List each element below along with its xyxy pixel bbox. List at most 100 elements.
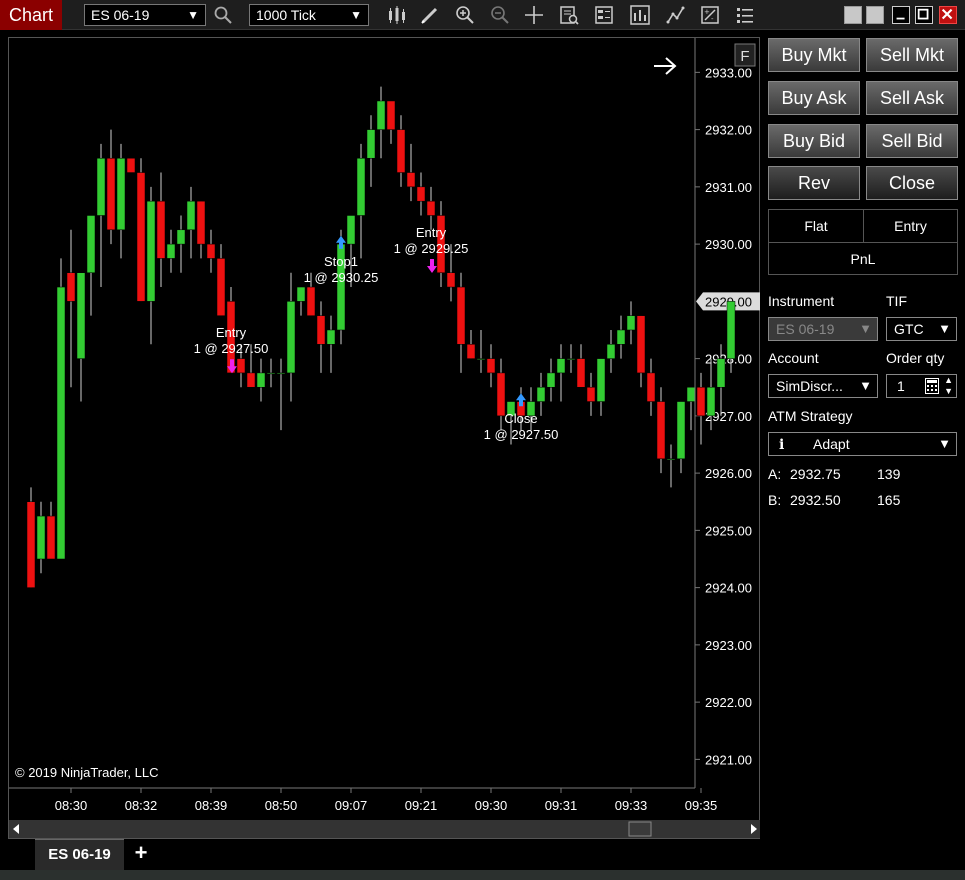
pnl-label: PnL [850,251,876,267]
chevron-down-icon: ▼ [187,8,199,22]
candlestick [466,329,476,359]
y-tick-label: 2932.00 [705,123,752,138]
buy-market-button[interactable]: Buy Mkt [768,38,860,72]
templates-icon[interactable]: + - [700,5,720,25]
candlestick [106,129,116,245]
candlestick [416,172,426,216]
price-chart[interactable]: 2933.002932.002931.002930.002928.002927.… [9,38,761,840]
info-icon[interactable]: i [779,437,784,453]
svg-text:+: + [704,8,710,16]
candlestick [626,301,636,345]
horizontal-scrollbar[interactable] [9,820,761,838]
chart-panel[interactable]: 2933.00 2932.00 2931.00 2930.00 2928.00 2927.… [8,37,761,840]
maximize-button[interactable] [915,6,933,24]
status-strip [0,870,965,880]
tif-select[interactable]: GTC ▼ [886,317,957,341]
properties-icon[interactable] [594,5,614,25]
buy-ask-button[interactable]: Buy Ask [768,81,860,115]
trade-sublabel: 1 @ 2930.25 [304,270,379,285]
instrument-label: Instrument [768,293,835,309]
candlestick [606,329,616,373]
svg-text:-: - [711,15,714,23]
trade-sublabel: 1 @ 2927.50 [194,341,269,356]
x-tick-label: 09:07 [335,798,368,813]
trade-label: Stop1 [324,254,358,269]
reverse-button[interactable]: Rev [768,166,860,200]
candlestick [656,387,666,474]
order-qty-stepper[interactable]: 1 ▲ ▼ [886,374,957,398]
candlestick [556,344,566,402]
candlestick [326,315,336,373]
trade-label: Entry [216,325,247,340]
candlestick [406,143,416,202]
y-tick-label: 2923.00 [705,638,752,653]
calculator-icon[interactable] [925,378,939,394]
sell-market-button[interactable]: Sell Mkt [866,38,958,72]
maximize-icon [917,8,929,20]
order-qty-label: Order qty [886,350,945,366]
sell-ask-button[interactable]: Sell Ask [866,81,958,115]
data-box-icon[interactable] [559,5,579,25]
tif-select-value: GTC [894,321,924,337]
instrument-selector[interactable]: ES 06-19 ▼ [84,4,206,26]
drawing-pencil-icon[interactable] [420,5,440,25]
interval-selector[interactable]: 1000 Tick ▼ [249,4,369,26]
scroll-to-latest-arrow-icon[interactable] [654,57,677,75]
trade-marker: Stop11 @ 2930.25 [304,235,379,285]
minimize-button[interactable] [892,6,910,24]
candlestick [676,401,686,474]
window-instrument-link-button[interactable] [866,6,884,24]
zoom-out-icon[interactable] [490,5,510,25]
candlestick [156,172,166,288]
chevron-down-icon: ▼ [859,321,872,336]
candlestick [36,501,46,574]
ask-size: 139 [877,466,901,482]
candlestick [126,157,136,173]
candlestick [546,358,556,402]
close-window-button[interactable] [939,6,957,24]
atm-strategy-select[interactable]: i Adapt ▼ [768,432,957,456]
x-tick-label: 09:33 [615,798,648,813]
sell-bid-button[interactable]: Sell Bid [866,124,958,158]
indicators-icon[interactable] [630,5,650,25]
tab-es-06-19[interactable]: ES 06-19 [35,839,124,870]
crosshair-icon[interactable] [524,5,544,25]
candlestick [276,358,286,431]
account-select[interactable]: SimDiscr... ▼ [768,374,878,398]
candlestick [646,358,656,416]
candlestick [256,358,266,402]
trade-marker: Entry1 @ 2927.50 [194,325,269,374]
instrument-select: ES 06-19 ▼ [768,317,878,341]
x-tick-label: 08:50 [265,798,298,813]
atm-strategy-value: Adapt [813,436,850,452]
trade-label: Entry [416,225,447,240]
candlestick [376,86,386,159]
candlestick [56,258,66,560]
chart-trader-icon[interactable] [735,5,755,25]
close-position-button[interactable]: Close [866,166,958,200]
scrollbar-thumb[interactable] [628,821,652,837]
spin-down-icon[interactable]: ▼ [944,386,953,396]
zoom-in-icon[interactable] [455,5,475,25]
candlestick [116,143,126,259]
position-status: Flat [804,218,828,234]
add-tab-button[interactable]: + [128,841,154,867]
tab-strip: ES 06-19 + [0,839,965,870]
window-link-button[interactable] [844,6,862,24]
entry-price-label: Entry [894,218,927,234]
y-tick-label: 2924.00 [705,581,752,596]
buy-bid-button[interactable]: Buy Bid [768,124,860,158]
search-icon[interactable] [213,5,233,25]
trade-sublabel: 1 @ 2927.50 [484,427,559,442]
f-button[interactable]: F [734,43,756,67]
candlestick [596,358,606,416]
candlestick [26,487,36,588]
candlestick [396,115,406,187]
candlestick [166,229,176,273]
trade-marker: Close1 @ 2927.50 [484,393,559,442]
candlestick [696,372,706,445]
instrument-selector-value: ES 06-19 [91,7,150,23]
spin-up-icon[interactable]: ▲ [944,375,953,385]
bar-style-icon[interactable] [387,5,407,25]
strategies-icon[interactable] [666,5,686,25]
